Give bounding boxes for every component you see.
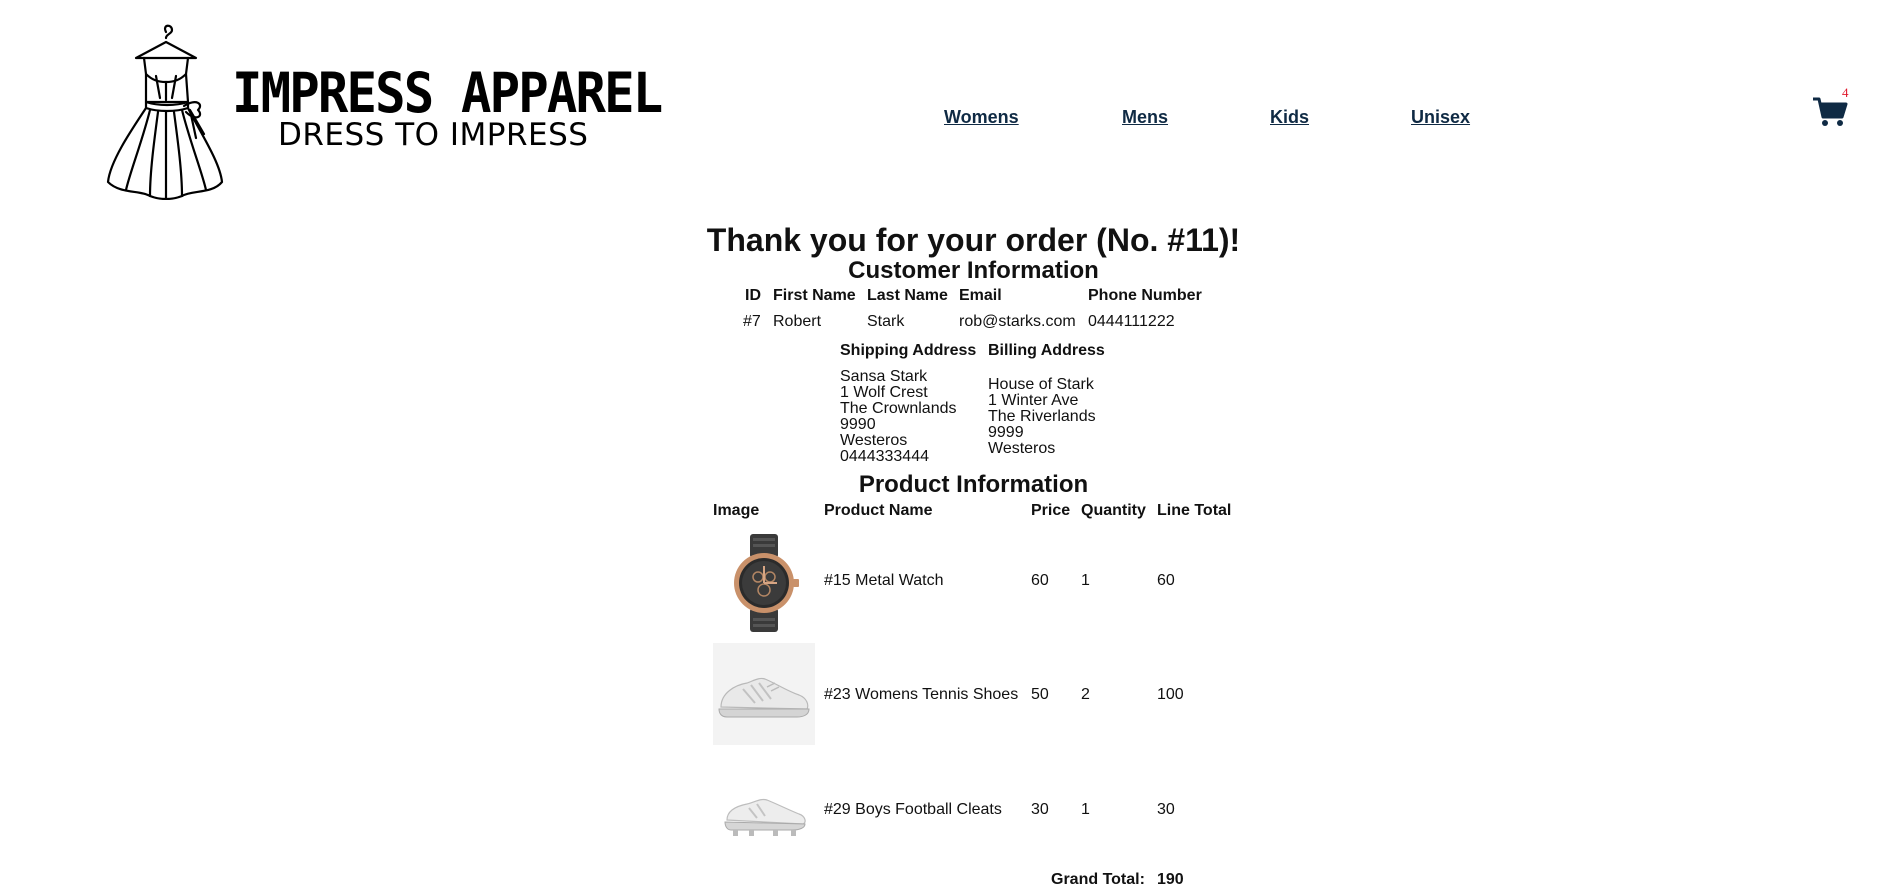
product-line-total: 30 xyxy=(1157,801,1175,818)
col-phone: Phone Number xyxy=(1088,287,1202,304)
customer-info-heading: Customer Information xyxy=(848,257,1099,284)
col-last-name: Last Name xyxy=(867,287,948,304)
col-product-name: Product Name xyxy=(824,502,933,519)
product-price: 50 xyxy=(1031,686,1049,703)
cart-button[interactable]: 4 xyxy=(1812,82,1862,132)
product-quantity: 1 xyxy=(1081,801,1090,818)
billing-line: 1 Winter Ave xyxy=(988,392,1079,409)
product-price: 60 xyxy=(1031,572,1049,589)
shipping-line: 1 Wolf Crest xyxy=(840,384,928,401)
shipping-line: 9990 xyxy=(840,416,876,433)
watch-image xyxy=(713,532,815,634)
col-first-name: First Name xyxy=(773,287,856,304)
nav-unisex[interactable]: Unisex xyxy=(1411,107,1470,128)
billing-line: 9999 xyxy=(988,424,1024,441)
product-name: #15 Metal Watch xyxy=(824,572,944,589)
football-cleat-image xyxy=(713,758,815,860)
customer-last-name: Stark xyxy=(867,313,905,330)
product-line-total: 100 xyxy=(1157,686,1184,703)
product-quantity: 2 xyxy=(1081,686,1090,703)
shipping-line: Westeros xyxy=(840,432,908,449)
product-line-total: 60 xyxy=(1157,572,1175,589)
grand-total-label: Grand Total: xyxy=(1051,871,1145,888)
customer-first-name: Robert xyxy=(773,313,822,330)
shipping-line: The Crownlands xyxy=(840,400,957,417)
billing-address-label: Billing Address xyxy=(988,342,1105,359)
shipping-line: 0444333444 xyxy=(840,448,929,465)
nav-womens[interactable]: Womens xyxy=(944,107,1019,128)
col-line-total: Line Total xyxy=(1157,502,1232,519)
shipping-address-label: Shipping Address xyxy=(840,342,977,359)
product-quantity: 1 xyxy=(1081,572,1090,589)
brand-tagline: DRESS TO IMPRESS xyxy=(278,117,589,153)
nav-kids[interactable]: Kids xyxy=(1270,107,1309,128)
watch-icon xyxy=(734,534,799,632)
shoe-icon xyxy=(718,677,810,718)
customer-email: rob@starks.com xyxy=(959,313,1076,330)
shopping-cart-icon xyxy=(1813,97,1848,126)
brand-logo[interactable]: IMPRESS APPAREL DRESS TO IMPRESS xyxy=(100,22,663,202)
product-price: 30 xyxy=(1031,801,1049,818)
billing-line: House of Stark xyxy=(988,376,1094,393)
cleat-icon xyxy=(724,798,806,836)
tennis-shoe-image xyxy=(713,643,815,745)
product-name: #29 Boys Football Cleats xyxy=(824,801,1002,818)
customer-id: #7 xyxy=(743,313,761,330)
product-info-heading: Product Information xyxy=(858,471,1089,498)
billing-line: The Riverlands xyxy=(988,408,1096,425)
col-price: Price xyxy=(1031,502,1071,519)
billing-line: Westeros xyxy=(988,440,1056,457)
order-confirmation-title: Thank you for your order (No. #11)! xyxy=(706,222,1241,258)
grand-total-value: 190 xyxy=(1157,871,1184,888)
customer-phone: 0444111222 xyxy=(1088,313,1175,330)
col-id: ID xyxy=(745,287,761,304)
col-quantity: Quantity xyxy=(1081,502,1146,519)
brand-name: IMPRESS APPAREL xyxy=(232,61,663,125)
dress-icon xyxy=(106,24,224,200)
col-image: Image xyxy=(713,502,760,519)
nav-mens[interactable]: Mens xyxy=(1122,107,1168,128)
col-email: Email xyxy=(959,287,1002,304)
product-name: #23 Womens Tennis Shoes xyxy=(824,686,1019,703)
shipping-line: Sansa Stark xyxy=(840,368,928,385)
